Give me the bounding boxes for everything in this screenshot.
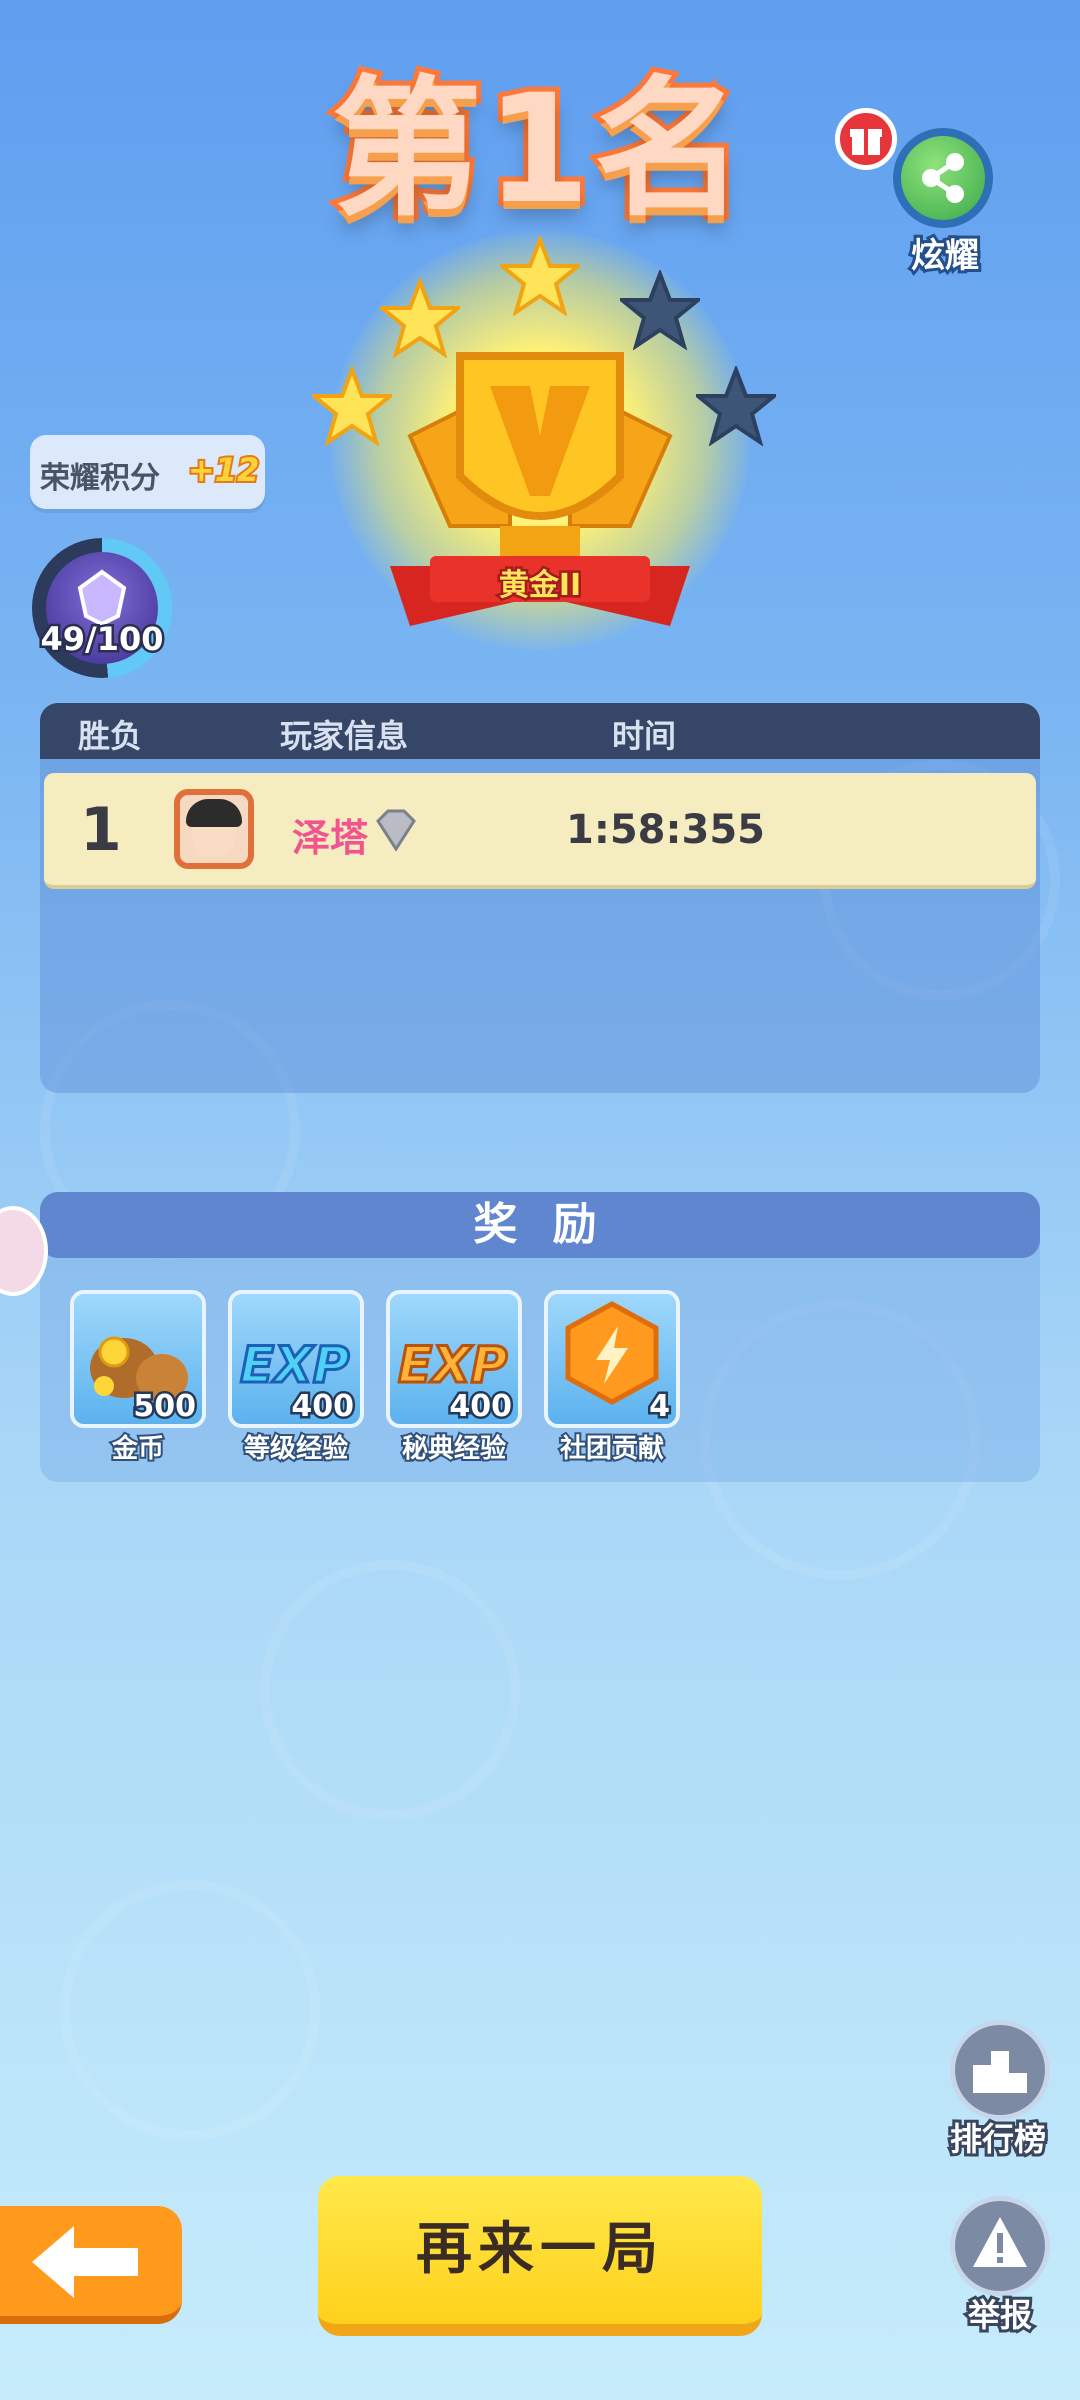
- back-arrow-icon: [32, 2226, 138, 2298]
- honor-score-delta: +12: [186, 449, 261, 491]
- leaderboard-button[interactable]: [950, 2020, 1050, 2120]
- play-again-label: 再来一局: [416, 2217, 664, 2282]
- reward-name: 金币: [110, 1432, 166, 1466]
- share-icon: [922, 153, 964, 203]
- star-earned-icon: [500, 236, 580, 316]
- back-button[interactable]: [0, 2206, 182, 2324]
- share-button[interactable]: [893, 128, 993, 228]
- reward-count: 500: [131, 1387, 199, 1427]
- reward-item-codex-exp[interactable]: EXP 400: [386, 1290, 522, 1428]
- background-watermark: [60, 1880, 320, 2140]
- tier-label: 黄金II: [496, 566, 583, 606]
- player-name: 泽塔: [292, 816, 369, 860]
- gift-icon[interactable]: [835, 108, 897, 170]
- reward-name: 社团贡献: [558, 1432, 666, 1466]
- reward-name: 秘典经验: [400, 1432, 508, 1466]
- finish-time: 1:58:355: [566, 807, 765, 853]
- rank-progress-text: 49/100: [38, 618, 166, 661]
- report-button[interactable]: [950, 2196, 1050, 2296]
- reward-name: 等级经验: [242, 1432, 350, 1466]
- report-label[interactable]: 举报: [930, 2290, 1070, 2337]
- reward-item-club-contribution[interactable]: 4: [544, 1290, 680, 1428]
- play-again-button[interactable]: 再来一局: [318, 2176, 762, 2336]
- header-result: 胜负: [78, 717, 143, 755]
- share-label[interactable]: 炫耀: [880, 228, 1010, 279]
- reward-count: 400: [447, 1387, 515, 1427]
- avatar[interactable]: [174, 789, 254, 869]
- reward-count: 400: [289, 1387, 357, 1427]
- exp-icon: EXP: [238, 1335, 350, 1396]
- diamond-icon: [376, 809, 416, 852]
- table-row[interactable]: 1 泽塔 1:58:355: [44, 773, 1036, 889]
- reward-item-level-exp[interactable]: EXP 400: [228, 1290, 364, 1428]
- exp-icon: EXP: [396, 1335, 508, 1396]
- reward-count: 4: [647, 1387, 673, 1427]
- honor-score-label: 荣耀积分: [40, 461, 160, 496]
- background-watermark: [260, 1560, 520, 1820]
- results-table: 胜负 玩家信息 时间 1 泽塔 1:58:355: [40, 703, 1040, 1093]
- rewards-header: 奖 励: [40, 1192, 1040, 1258]
- header-time: 时间: [612, 717, 677, 755]
- reward-item-coins[interactable]: 500: [70, 1290, 206, 1428]
- honor-score-bubble: 荣耀积分 +12: [30, 435, 265, 509]
- table-header: 胜负 玩家信息 时间: [40, 703, 1040, 759]
- star-empty-icon: [696, 366, 776, 446]
- star-earned-icon: [312, 366, 392, 446]
- row-rank: 1: [80, 795, 122, 865]
- rewards-title: 奖 励: [473, 1199, 607, 1250]
- warning-icon: [973, 2217, 1027, 2267]
- rewards-panel: 奖 励 500 金币 EXP 400 等级经验 EXP 400 秘典经验 4 社…: [40, 1192, 1040, 1482]
- podium-icon: [973, 2051, 1027, 2093]
- leaderboard-label[interactable]: 排行榜: [928, 2114, 1068, 2161]
- header-player-info: 玩家信息: [280, 717, 409, 755]
